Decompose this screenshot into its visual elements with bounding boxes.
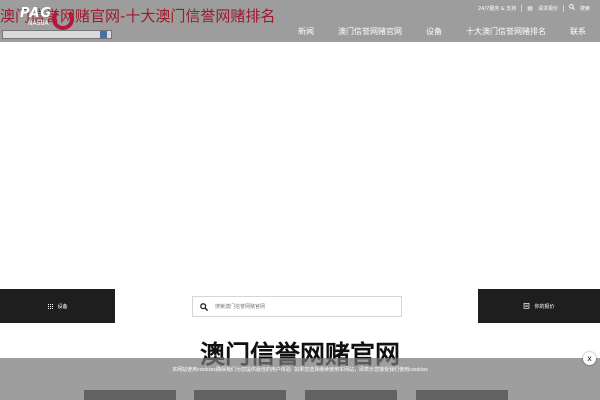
header-search-field[interactable]	[2, 30, 112, 39]
logo[interactable]: PAG NASBA	[20, 6, 75, 30]
request-quote-link[interactable]: 请求报价	[538, 5, 558, 12]
nav-item-ranking[interactable]: 十大澳门信誉网赌排名	[454, 26, 558, 37]
search-icon[interactable]	[193, 297, 215, 316]
equipment-button-label: 设备	[57, 303, 68, 310]
divider	[562, 4, 564, 12]
cookie-close-button[interactable]: x	[583, 352, 596, 365]
main-nav: 新闻 澳门信誉网赌官网 设备 十大澳门信誉网赌排名 联系	[286, 26, 586, 37]
logo-mark: PAG	[20, 6, 53, 21]
header-search-go-icon[interactable]	[100, 31, 107, 38]
nav-item-equipment[interactable]: 设备	[414, 26, 454, 37]
quote-small-icon: ▤	[527, 4, 533, 12]
search-input[interactable]	[215, 297, 401, 316]
divider	[521, 4, 523, 12]
logo-subtext: NASBA	[28, 20, 49, 27]
hero-banner	[0, 42, 600, 289]
cookie-notice-text: 本网站使用cookies确保我们为您提供最佳的用户体验. 如果您选择继续使用本网…	[172, 367, 428, 373]
logo-ring-icon	[52, 8, 74, 30]
quote-icon	[523, 302, 530, 311]
equipment-button[interactable]: 设备	[0, 289, 115, 323]
grid-icon	[47, 303, 53, 309]
search-box	[192, 296, 402, 317]
nav-item-official[interactable]: 澳门信誉网赌官网	[326, 26, 414, 37]
quote-button[interactable]: 你的报价	[478, 289, 600, 323]
action-bar: 设备 你的报价	[0, 289, 600, 323]
search-small-icon	[569, 4, 576, 12]
site-header: 澳门信誉网赌官网-十大澳门信誉网赌排名 PAG NASBA 24/7服务 & 支…	[0, 0, 600, 42]
support-link[interactable]: 24/7服务 & 支持	[478, 5, 516, 12]
nav-item-news[interactable]: 新闻	[286, 26, 326, 37]
quote-button-label: 你的报价	[534, 303, 555, 310]
utility-bar: 24/7服务 & 支持 ▤ 请求报价 搜索	[478, 3, 590, 13]
cookie-banner: 本网站使用cookies确保我们为您提供最佳的用户体验. 如果您选择继续使用本网…	[0, 358, 600, 400]
nav-item-contact[interactable]: 联系	[558, 26, 586, 37]
search-link[interactable]: 搜索	[580, 5, 590, 12]
